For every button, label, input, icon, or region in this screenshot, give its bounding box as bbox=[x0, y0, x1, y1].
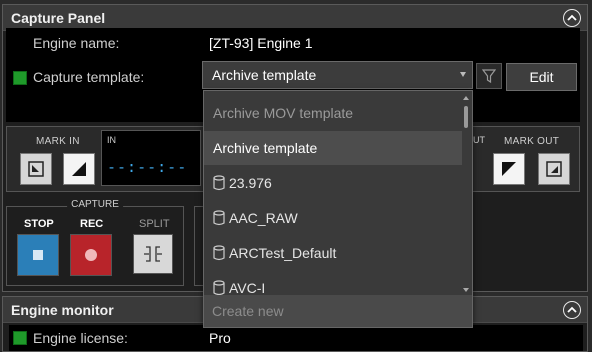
dropdown-arrow-icon bbox=[460, 72, 466, 77]
engine-license-value: Pro bbox=[209, 330, 231, 346]
database-icon bbox=[213, 210, 225, 226]
mark-in-label: MARK IN bbox=[36, 136, 80, 147]
option-label: 23.976 bbox=[229, 175, 272, 191]
panel-title: Engine monitor bbox=[11, 301, 114, 318]
capture-template-label: Capture template: bbox=[33, 69, 145, 85]
rec-label: REC bbox=[80, 218, 104, 230]
license-status-indicator bbox=[13, 331, 27, 345]
option-label: Archive MOV template bbox=[213, 105, 354, 121]
option-label: ARCTest_Default bbox=[229, 245, 337, 261]
mark-in-button[interactable] bbox=[63, 153, 95, 185]
collapse-button[interactable] bbox=[563, 8, 581, 27]
engine-name-label: Engine name: bbox=[33, 35, 120, 51]
dropdown-option[interactable]: AVC-I bbox=[204, 271, 462, 295]
stop-label: STOP bbox=[24, 218, 54, 230]
mark-out-label: MARK OUT bbox=[504, 136, 560, 147]
mark-in-icon bbox=[72, 162, 86, 176]
go-to-in-icon bbox=[28, 161, 44, 177]
chevron-up-icon bbox=[567, 306, 577, 313]
dropdown-scrollbar[interactable] bbox=[462, 94, 470, 294]
status-indicator bbox=[13, 71, 27, 85]
option-label: AAC_RAW bbox=[229, 210, 298, 226]
template-dropdown-list: Archive MOV template Archive template 23… bbox=[204, 91, 462, 295]
option-label: AVC-I bbox=[229, 280, 266, 295]
chevron-up-icon bbox=[567, 14, 577, 21]
database-icon bbox=[213, 280, 225, 295]
scroll-down-icon[interactable] bbox=[463, 288, 469, 292]
split-label: SPLIT bbox=[139, 218, 170, 230]
collapse-button[interactable] bbox=[563, 300, 581, 319]
database-icon bbox=[213, 245, 225, 261]
in-label: IN bbox=[107, 135, 116, 145]
record-button[interactable] bbox=[70, 234, 112, 276]
dropdown-option[interactable]: ARCTest_Default bbox=[204, 236, 462, 270]
split-icon bbox=[144, 246, 162, 262]
timecode-in-value: --:--:-- bbox=[107, 158, 188, 176]
capture-group-title: CAPTURE bbox=[67, 199, 123, 210]
go-to-out-button[interactable] bbox=[538, 153, 570, 185]
capture-template-select[interactable]: Archive template bbox=[202, 61, 473, 89]
filter-icon bbox=[482, 69, 496, 84]
scrollbar-thumb[interactable] bbox=[464, 106, 468, 128]
option-label: Archive template bbox=[213, 140, 318, 156]
edit-button[interactable]: Edit bbox=[506, 63, 577, 91]
scroll-up-icon[interactable] bbox=[463, 96, 469, 100]
template-dropdown: Archive MOV template Archive template 23… bbox=[203, 90, 473, 328]
panel-title: Capture Panel bbox=[11, 9, 106, 26]
mark-out-icon bbox=[502, 162, 516, 176]
capture-template-value: Archive template bbox=[212, 67, 317, 83]
dropdown-option[interactable]: AAC_RAW bbox=[204, 201, 462, 235]
go-to-in-button[interactable] bbox=[20, 153, 52, 185]
dropdown-option[interactable]: Archive MOV template bbox=[204, 96, 462, 130]
go-to-out-icon bbox=[546, 161, 562, 177]
stop-icon bbox=[33, 250, 43, 260]
dropdown-option-selected[interactable]: Archive template bbox=[204, 131, 462, 165]
record-icon bbox=[85, 249, 97, 261]
engine-name-value: [ZT-93] Engine 1 bbox=[209, 35, 313, 51]
out-label: UT bbox=[473, 135, 485, 145]
create-new-option[interactable]: Create new bbox=[204, 295, 472, 327]
stop-button[interactable] bbox=[17, 234, 59, 276]
database-icon bbox=[213, 175, 225, 191]
split-button[interactable] bbox=[133, 234, 173, 274]
engine-license-label: Engine license: bbox=[33, 330, 128, 346]
mark-out-button[interactable] bbox=[493, 153, 525, 185]
dropdown-option[interactable]: 23.976 bbox=[204, 166, 462, 200]
filter-button[interactable] bbox=[476, 63, 502, 89]
